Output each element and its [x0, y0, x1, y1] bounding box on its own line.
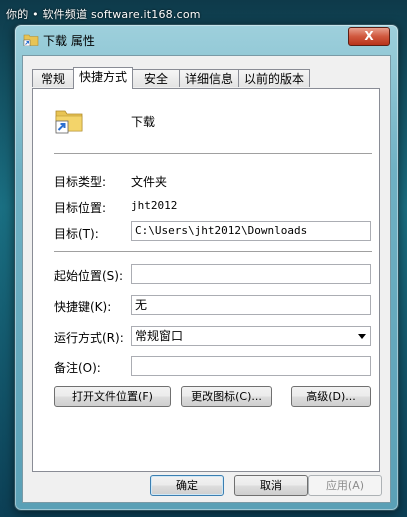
advanced-button[interactable]: 高级(D)... — [291, 386, 371, 407]
hotkey-label: 快捷键(K): — [54, 300, 112, 314]
tab-general[interactable]: 常规 — [32, 69, 74, 87]
tab-previous-versions[interactable]: 以前的版本 — [238, 69, 310, 87]
change-icon-button[interactable]: 更改图标(C)... — [181, 386, 272, 407]
apply-button[interactable]: 应用(A) — [308, 475, 382, 496]
tab-shortcut[interactable]: 快捷方式 — [73, 67, 133, 89]
open-file-location-button[interactable]: 打开文件位置(F) — [54, 386, 171, 407]
target-location-label: 目标位置: — [54, 201, 107, 215]
chevron-down-icon[interactable] — [358, 334, 366, 339]
window-title: 下载 属性 — [43, 34, 95, 48]
target-label: 目标(T): — [54, 227, 99, 241]
cancel-button[interactable]: 取消 — [234, 475, 308, 496]
title-bar[interactable]: 下载 属性 X — [15, 25, 398, 53]
separator — [54, 153, 372, 154]
target-location-value: jht2012 — [131, 199, 178, 212]
target-input[interactable]: C:\Users\jht2012\Downloads — [131, 221, 371, 241]
folder-shortcut-icon — [55, 110, 83, 134]
tab-details[interactable]: 详细信息 — [179, 69, 239, 87]
shortcut-tab-page: 下载 目标类型: 文件夹 目标位置: jht2012 目标(T): C:\Use… — [32, 88, 380, 472]
comment-label: 备注(O): — [54, 361, 101, 375]
watermark-text: 你的 • 软件频道 software.it168.com — [6, 8, 201, 21]
shortcut-name: 下载 — [131, 115, 156, 129]
start-in-label: 起始位置(S): — [54, 269, 124, 283]
tab-security[interactable]: 安全 — [132, 69, 180, 87]
separator — [54, 251, 372, 252]
run-label: 运行方式(R): — [54, 331, 124, 345]
close-button[interactable]: X — [348, 27, 390, 46]
target-type-value: 文件夹 — [131, 175, 168, 189]
hotkey-input[interactable]: 无 — [131, 295, 371, 315]
run-select-value: 常规窗口 — [135, 329, 184, 343]
close-icon: X — [364, 29, 374, 43]
start-in-input[interactable] — [131, 264, 371, 284]
folder-shortcut-icon — [23, 34, 39, 46]
target-type-label: 目标类型: — [54, 175, 107, 189]
properties-dialog: 下载 属性 X 常规 快捷方式 安全 详细信息 以前的版本 下载 目标类型: 文… — [14, 24, 399, 511]
ok-button[interactable]: 确定 — [150, 475, 224, 496]
comment-input[interactable] — [131, 356, 371, 376]
dialog-client-area: 常规 快捷方式 安全 详细信息 以前的版本 下载 目标类型: 文件夹 目标位置:… — [22, 55, 391, 503]
run-select[interactable]: 常规窗口 — [131, 326, 371, 346]
